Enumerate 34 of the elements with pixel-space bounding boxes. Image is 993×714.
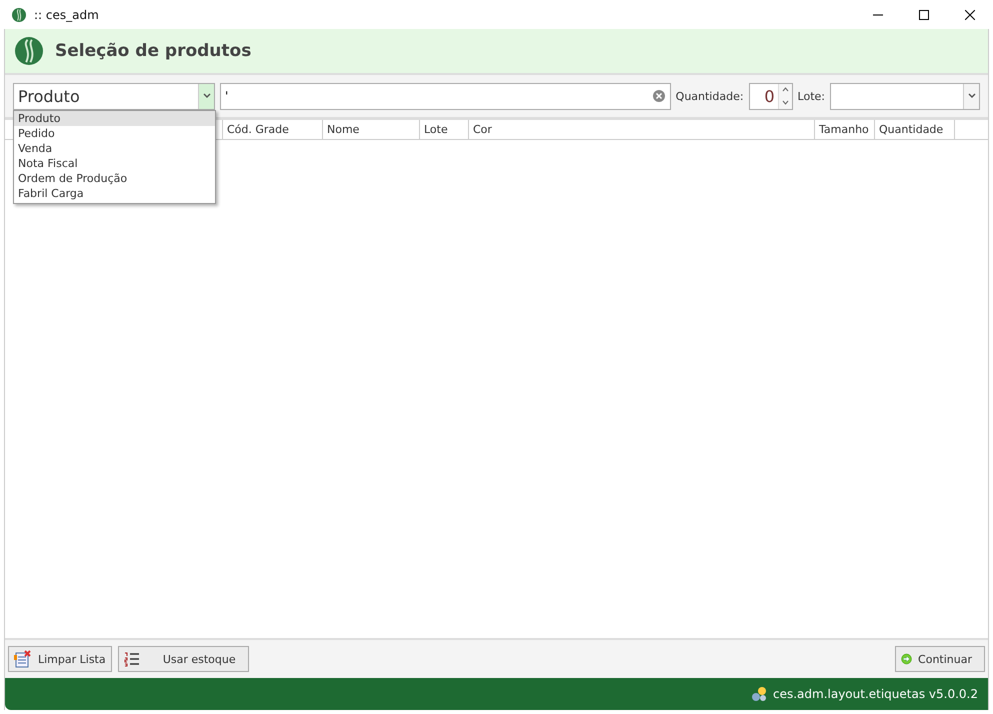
column-header[interactable]: Lote bbox=[420, 120, 469, 139]
leaf-logo-icon bbox=[15, 37, 43, 65]
close-icon bbox=[965, 10, 975, 20]
quantity-label: Quantidade: bbox=[676, 90, 744, 102]
column-header[interactable]: Quantidade bbox=[875, 120, 955, 139]
page-title: Seleção de produtos bbox=[55, 41, 252, 61]
dropdown-button[interactable] bbox=[198, 84, 214, 108]
lot-label: Lote: bbox=[798, 90, 825, 102]
dropdown-option[interactable]: Venda bbox=[14, 140, 215, 156]
dropdown-button[interactable] bbox=[963, 84, 979, 108]
column-header[interactable]: Cor bbox=[469, 120, 815, 139]
dropdown-option[interactable]: Nota Fiscal bbox=[14, 156, 215, 170]
caret-icon bbox=[202, 93, 210, 99]
search-field[interactable]: ' bbox=[220, 82, 671, 110]
document-delete-icon bbox=[14, 650, 32, 668]
app-logo-icon bbox=[12, 8, 26, 22]
caret-icon bbox=[968, 93, 976, 99]
maximize-icon bbox=[919, 10, 929, 20]
column-header[interactable]: Cód. Grade bbox=[223, 120, 323, 139]
dropdown-option[interactable]: Pedido bbox=[14, 126, 215, 140]
column-header[interactable]: Nome bbox=[323, 120, 420, 139]
dropdown-option[interactable]: Produto bbox=[14, 110, 215, 126]
version-text: ces.adm.layout.etiquetas v5.0.0.2 bbox=[772, 687, 978, 701]
continue-button[interactable]: Continuar bbox=[895, 646, 985, 672]
window-title: :: ces_adm bbox=[34, 8, 99, 22]
use-stock-button[interactable]: Usar estoque bbox=[118, 646, 249, 672]
dropdown-option[interactable]: Ordem de Produção bbox=[14, 170, 215, 186]
clear-icon[interactable] bbox=[652, 90, 665, 102]
dropdown-option[interactable]: Fabril Carga bbox=[14, 186, 215, 200]
numbered-list-icon bbox=[124, 651, 140, 667]
clear-list-button[interactable]: Limpar Lista bbox=[8, 646, 112, 672]
gears-icon bbox=[750, 686, 767, 702]
quantity-spinner[interactable]: 0 bbox=[748, 82, 793, 110]
column-header[interactable]: Tamanho bbox=[815, 120, 875, 139]
